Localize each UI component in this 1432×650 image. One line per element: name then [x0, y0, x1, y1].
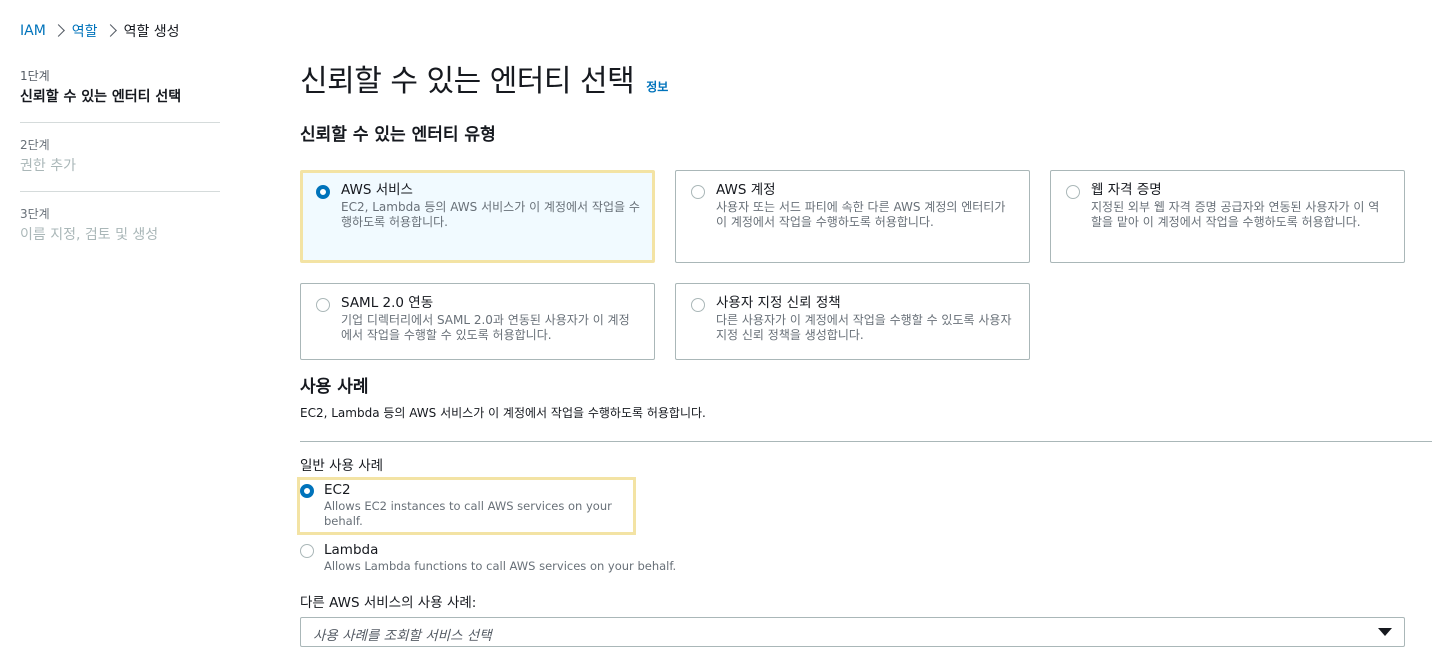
breadcrumb: IAM 역할 역할 생성 — [20, 20, 180, 42]
step-3: 3단계 이름 지정, 검토 및 생성 — [20, 206, 220, 260]
chevron-right-icon — [98, 23, 124, 39]
tile-aws-account[interactable]: AWS 계정 사용자 또는 서드 파티에 속한 다른 AWS 계정의 엔터티가 … — [675, 170, 1030, 263]
radio-icon — [316, 185, 330, 199]
breadcrumb-current: 역할 생성 — [123, 24, 180, 40]
step-title: 권한 추가 — [20, 158, 76, 174]
divider — [300, 441, 1432, 442]
tile-saml-federation[interactable]: SAML 2.0 연동 기업 디렉터리에서 SAML 2.0과 연동된 사용자가… — [300, 283, 655, 360]
use-case-option-lambda[interactable]: Lambda Allows Lambda functions to call A… — [300, 538, 1432, 577]
wizard-steps: 1단계 신뢰할 수 있는 엔터티 선택 2단계 권한 추가 3단계 이름 지정,… — [20, 68, 220, 274]
breadcrumb-iam-link[interactable]: IAM — [20, 23, 46, 39]
option-title: Lambda — [324, 542, 379, 558]
option-description: Allows EC2 instances to call AWS service… — [324, 499, 612, 528]
radio-icon — [300, 484, 314, 498]
tile-title: 사용자 지정 신뢰 정책 — [716, 295, 841, 311]
option-description: Allows Lambda functions to call AWS serv… — [324, 559, 677, 573]
tile-aws-service[interactable]: AWS 서비스 EC2, Lambda 등의 AWS 서비스가 이 계정에서 작… — [300, 170, 655, 263]
service-select-placeholder: 사용 사례를 조회할 서비스 선택 — [313, 628, 492, 644]
page-header: 신뢰할 수 있는 엔터티 선택 정보 — [300, 56, 1432, 104]
service-select[interactable]: 사용 사례를 조회할 서비스 선택 — [300, 617, 1405, 647]
breadcrumb-roles-link[interactable]: 역할 — [72, 21, 98, 41]
step-number: 2단계 — [20, 138, 50, 152]
use-case-option-ec2[interactable]: EC2 Allows EC2 instances to call AWS ser… — [297, 477, 636, 535]
other-services-label: 다른 AWS 서비스의 사용 사례: — [300, 595, 477, 611]
tile-title: SAML 2.0 연동 — [341, 295, 434, 311]
use-case-section: 사용 사례 EC2, Lambda 등의 AWS 서비스가 이 계정에서 작업을… — [297, 376, 1432, 647]
radio-icon — [300, 544, 314, 558]
tile-description: 지정된 외부 웹 자격 증명 공급자와 연동된 사용자가 이 역할을 맡아 이 … — [1091, 200, 1380, 229]
chevron-right-icon — [46, 23, 72, 39]
radio-icon — [691, 185, 705, 199]
tile-title: 웹 자격 증명 — [1091, 182, 1162, 198]
radio-icon — [691, 298, 705, 312]
radio-icon — [1066, 185, 1080, 199]
main-content: 신뢰할 수 있는 엔터티 선택 정보 신뢰할 수 있는 엔터티 유형 AWS 서… — [297, 56, 1432, 647]
step-number: 1단계 — [20, 69, 50, 83]
caret-down-icon — [1378, 628, 1392, 636]
tile-web-identity[interactable]: 웹 자격 증명 지정된 외부 웹 자격 증명 공급자와 연동된 사용자가 이 역… — [1050, 170, 1405, 263]
step-1: 1단계 신뢰할 수 있는 엔터티 선택 — [20, 68, 220, 123]
tile-description: 기업 디렉터리에서 SAML 2.0과 연동된 사용자가 이 계정에서 작업을 … — [341, 313, 630, 342]
step-title: 신뢰할 수 있는 엔터티 선택 — [20, 89, 182, 105]
tile-title: AWS 계정 — [716, 182, 776, 198]
radio-icon — [316, 298, 330, 312]
page-title: 신뢰할 수 있는 엔터티 선택 — [300, 64, 635, 99]
step-title: 이름 지정, 검토 및 생성 — [20, 227, 159, 243]
entity-type-heading: 신뢰할 수 있는 엔터티 유형 — [300, 125, 496, 145]
step-2: 2단계 권한 추가 — [20, 137, 220, 192]
option-title: EC2 — [324, 482, 351, 498]
step-number: 3단계 — [20, 207, 50, 221]
tile-description: 사용자 또는 서드 파티에 속한 다른 AWS 계정의 엔터티가 이 계정에서 … — [716, 200, 1006, 229]
tile-custom-trust-policy[interactable]: 사용자 지정 신뢰 정책 다른 사용자가 이 계정에서 작업을 수행할 수 있도… — [675, 283, 1030, 360]
info-link[interactable]: 정보 — [646, 78, 668, 95]
tile-description: 다른 사용자가 이 계정에서 작업을 수행할 수 있도록 사용자 지정 신뢰 정… — [716, 313, 1012, 342]
common-use-cases-label: 일반 사용 사례 — [300, 458, 384, 474]
use-case-description: EC2, Lambda 등의 AWS 서비스가 이 계정에서 작업을 수행하도록… — [300, 406, 706, 420]
tile-description: EC2, Lambda 등의 AWS 서비스가 이 계정에서 작업을 수행하도록… — [341, 200, 640, 229]
tile-title: AWS 서비스 — [341, 182, 413, 198]
use-case-heading: 사용 사례 — [300, 377, 369, 397]
